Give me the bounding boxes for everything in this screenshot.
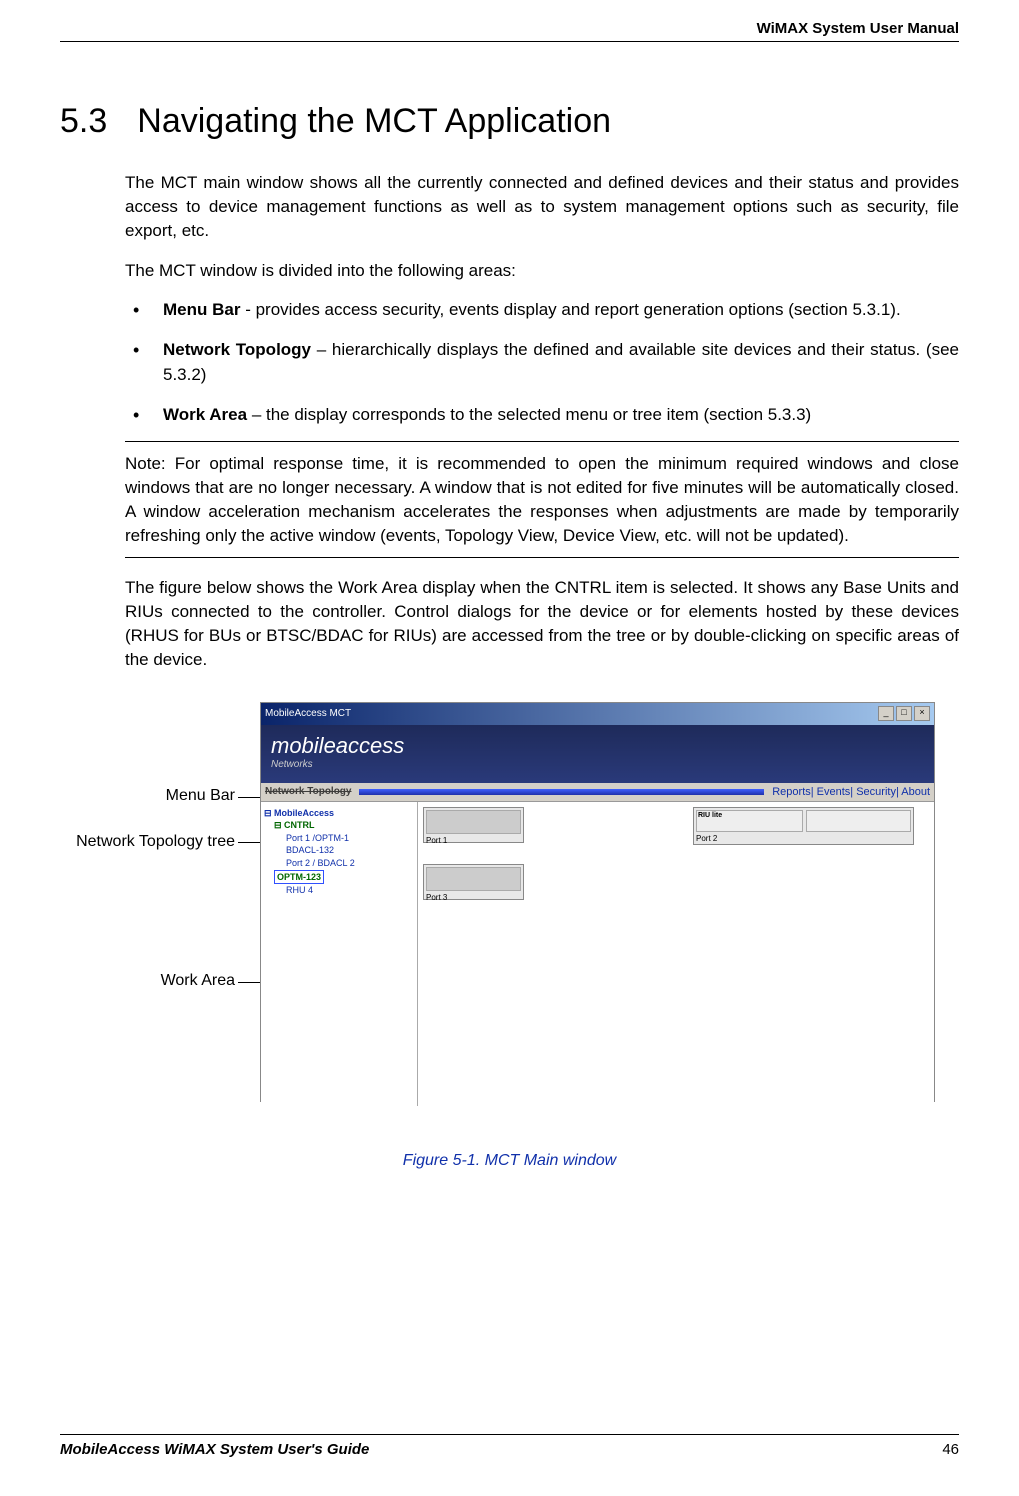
callout-menu-bar: Menu Bar bbox=[65, 786, 235, 807]
window-titlebar: MobileAccess MCT _ □ × bbox=[261, 703, 934, 725]
window-title: MobileAccess MCT bbox=[265, 708, 351, 719]
device-port1[interactable]: Port 1 bbox=[423, 807, 524, 843]
figure-caption: Figure 5-1. MCT Main window bbox=[60, 1152, 959, 1170]
tree-cntrl[interactable]: ⊟ CNTRL bbox=[274, 819, 414, 832]
device-riu[interactable]: RIU lite Port 2 bbox=[693, 807, 914, 845]
bullet-work-area: Work Area – the display corresponds to t… bbox=[125, 402, 959, 428]
footer: MobileAccess WiMAX System User's Guide 4… bbox=[60, 1434, 959, 1458]
menubar-separator bbox=[359, 789, 764, 795]
section-title: Navigating the MCT Application bbox=[137, 102, 611, 140]
menubar-right-links[interactable]: Reports| Events| Security| About bbox=[772, 786, 930, 798]
work-panel: Port 1 Port 3 RIU lite Port 2 bbox=[418, 802, 934, 1106]
bullet-network-topology: Network Topology – hierarchically displa… bbox=[125, 337, 959, 388]
tree-bdacl132[interactable]: BDACL-132 bbox=[286, 844, 414, 857]
app-menubar: Network Topology Reports| Events| Securi… bbox=[261, 783, 934, 802]
minimize-button[interactable]: _ bbox=[878, 706, 894, 721]
bullet-list: Menu Bar - provides access security, eve… bbox=[125, 297, 959, 427]
maximize-button[interactable]: □ bbox=[896, 706, 912, 721]
footer-guide-name: MobileAccess WiMAX System User's Guide bbox=[60, 1441, 369, 1458]
tree-port2[interactable]: Port 2 / BDACL 2 bbox=[286, 857, 414, 870]
section-heading: 5.3 Navigating the MCT Application bbox=[60, 102, 959, 141]
screenshot-window: MobileAccess MCT _ □ × mobileaccess Netw… bbox=[260, 702, 935, 1102]
bullet-menu-bar: Menu Bar - provides access security, eve… bbox=[125, 297, 959, 323]
banner: mobileaccess Networks bbox=[261, 725, 934, 783]
window-buttons: _ □ × bbox=[876, 706, 930, 721]
tree-optm[interactable]: OPTM-123 bbox=[274, 870, 324, 885]
footer-page-number: 46 bbox=[942, 1441, 959, 1458]
header-rule bbox=[60, 41, 959, 42]
main-area: ⊟ MobileAccess ⊟ CNTRL Port 1 /OPTM-1 BD… bbox=[261, 802, 934, 1106]
para-intro: The MCT main window shows all the curren… bbox=[125, 171, 959, 242]
para-divided: The MCT window is divided into the follo… bbox=[125, 259, 959, 283]
callout-tree: Network Topology tree bbox=[65, 832, 235, 853]
header-title: WiMAX System User Manual bbox=[60, 20, 959, 41]
tree-panel[interactable]: ⊟ MobileAccess ⊟ CNTRL Port 1 /OPTM-1 BD… bbox=[261, 802, 418, 1106]
para-figure-desc: The figure below shows the Work Area dis… bbox=[125, 576, 959, 671]
menubar-topology-label: Network Topology bbox=[265, 786, 351, 797]
tree-root[interactable]: ⊟ MobileAccess bbox=[264, 807, 414, 820]
tree-port1[interactable]: Port 1 /OPTM-1 bbox=[286, 832, 414, 845]
callout-work-area: Work Area bbox=[65, 971, 235, 992]
device-port3[interactable]: Port 3 bbox=[423, 864, 524, 900]
tree-rhu[interactable]: RHU 4 bbox=[286, 884, 414, 897]
banner-logo: mobileaccess Networks bbox=[271, 733, 404, 770]
note-block: Note: For optimal response time, it is r… bbox=[125, 441, 959, 558]
figure-container: Menu Bar Network Topology tree Work Area… bbox=[60, 702, 959, 1132]
close-button[interactable]: × bbox=[914, 706, 930, 721]
section-number: 5.3 bbox=[60, 102, 107, 140]
